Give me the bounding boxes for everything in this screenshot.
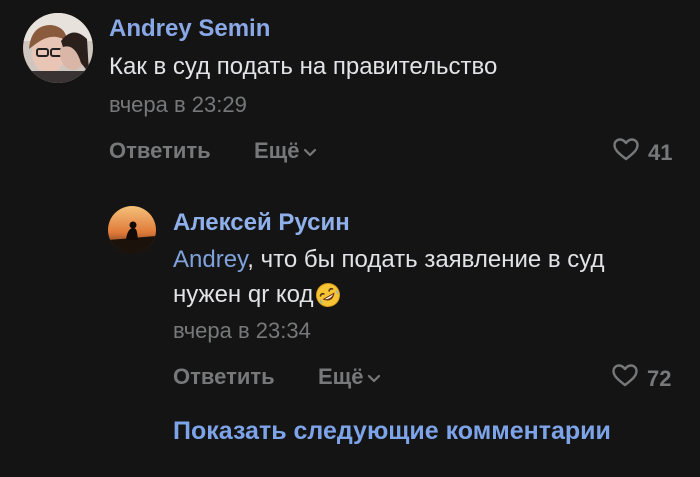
- more-button[interactable]: Ещё: [254, 138, 317, 164]
- mention-link[interactable]: Andrey: [173, 246, 247, 273]
- rofl-emoji: [315, 282, 341, 318]
- like-count: 72: [647, 365, 672, 391]
- reply-author[interactable]: Алексей Русин: [173, 209, 350, 237]
- more-label: Ещё: [318, 364, 364, 389]
- comment-timestamp: вчера в 23:29: [109, 92, 247, 117]
- heart-outline-icon: [611, 363, 639, 394]
- like-button[interactable]: 72: [611, 363, 671, 394]
- reply-timestamp: вчера в 23:34: [173, 318, 311, 343]
- reply-text: Andrey, что бы подать заявление в суд: [173, 242, 605, 277]
- comment-text: Как в суд подать на правительство: [109, 53, 498, 80]
- more-button[interactable]: Ещё: [318, 364, 381, 390]
- avatar[interactable]: [23, 13, 93, 83]
- reply-text-line1: , что бы подать заявление в суд: [247, 246, 605, 273]
- like-button[interactable]: 41: [612, 137, 672, 168]
- chevron-down-icon: [367, 364, 381, 390]
- reply-button[interactable]: Ответить: [109, 138, 211, 164]
- chevron-down-icon: [303, 138, 317, 164]
- reply-comment: Алексей Русин Andrey, что бы подать заяв…: [0, 190, 700, 400]
- heart-outline-icon: [612, 137, 640, 168]
- more-label: Ещё: [254, 138, 300, 163]
- show-more-comments-link[interactable]: Показать следующие комментарии: [173, 417, 611, 446]
- comment-author[interactable]: Andrey Semin: [109, 15, 270, 43]
- comment: Andrey Semin Как в суд подать на правите…: [0, 0, 700, 190]
- reply-button[interactable]: Ответить: [173, 364, 275, 390]
- reply-text-line2: нужен qr код: [173, 281, 314, 308]
- like-count: 41: [648, 139, 673, 165]
- reply-text-continued: нужен qr код: [173, 277, 341, 318]
- avatar[interactable]: [108, 206, 156, 254]
